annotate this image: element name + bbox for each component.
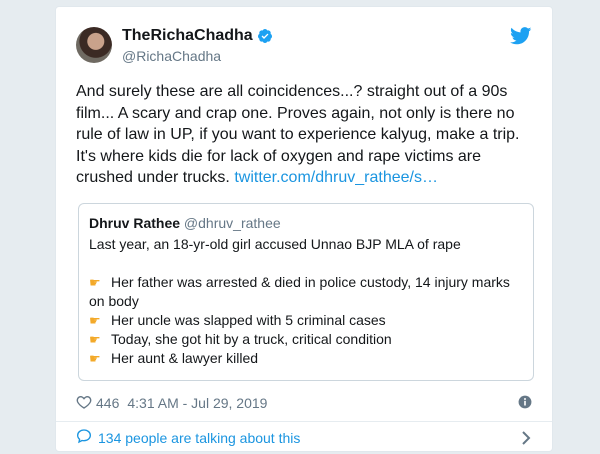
like-count[interactable]: 446 bbox=[96, 395, 119, 411]
avatar[interactable] bbox=[76, 27, 112, 63]
info-icon[interactable] bbox=[518, 395, 532, 412]
pointing-hand-icon: ☛ bbox=[89, 275, 101, 290]
handle[interactable]: @RichaChadha bbox=[122, 48, 273, 64]
quote-point: Her aunt & lawyer killed bbox=[111, 350, 259, 366]
quote-intro: Last year, an 18-yr-old girl accused Unn… bbox=[89, 236, 461, 252]
quote-author-handle: @dhruv_rathee bbox=[183, 215, 281, 231]
tweet-card: TheRichaChadha @RichaChadha And surely t… bbox=[55, 6, 553, 452]
tweet-text: And surely these are all coincidences...… bbox=[76, 81, 536, 189]
quote-author-name: Dhruv Rathee bbox=[89, 215, 181, 231]
heart-icon[interactable] bbox=[76, 394, 92, 413]
tweet-header: TheRichaChadha @RichaChadha bbox=[76, 25, 532, 73]
comment-icon bbox=[76, 428, 92, 447]
twitter-bird-icon[interactable] bbox=[510, 27, 532, 50]
quoted-tweet[interactable]: Dhruv Rathee @dhruv_rathee Last year, an… bbox=[78, 203, 534, 381]
author-block[interactable]: TheRichaChadha @RichaChadha bbox=[122, 25, 273, 64]
pointing-hand-icon: ☛ bbox=[89, 313, 101, 328]
quote-body: Last year, an 18-yr-old girl accused Unn… bbox=[89, 235, 523, 368]
chevron-right-icon[interactable] bbox=[520, 430, 532, 449]
pointing-hand-icon: ☛ bbox=[89, 332, 101, 347]
talking-count-link[interactable]: 134 people are talking about this bbox=[98, 430, 300, 446]
tweet-link[interactable]: twitter.com/dhruv_rathee/s… bbox=[234, 169, 438, 186]
quote-point: on body bbox=[89, 293, 139, 309]
timestamp[interactable]: 4:31 AM - Jul 29, 2019 bbox=[127, 395, 267, 411]
quote-point: Her uncle was slapped with 5 criminal ca… bbox=[111, 312, 386, 328]
tweet-meta: 446 4:31 AM - Jul 29, 2019 bbox=[76, 393, 532, 413]
conversation-footer[interactable]: 134 people are talking about this bbox=[56, 421, 552, 453]
pointing-hand-icon: ☛ bbox=[89, 351, 101, 366]
quote-point: Her father was arrested & died in police… bbox=[111, 274, 510, 290]
quote-point: Today, she got hit by a truck, critical … bbox=[111, 331, 392, 347]
verified-badge-icon bbox=[257, 28, 273, 44]
display-name[interactable]: TheRichaChadha bbox=[122, 27, 253, 45]
